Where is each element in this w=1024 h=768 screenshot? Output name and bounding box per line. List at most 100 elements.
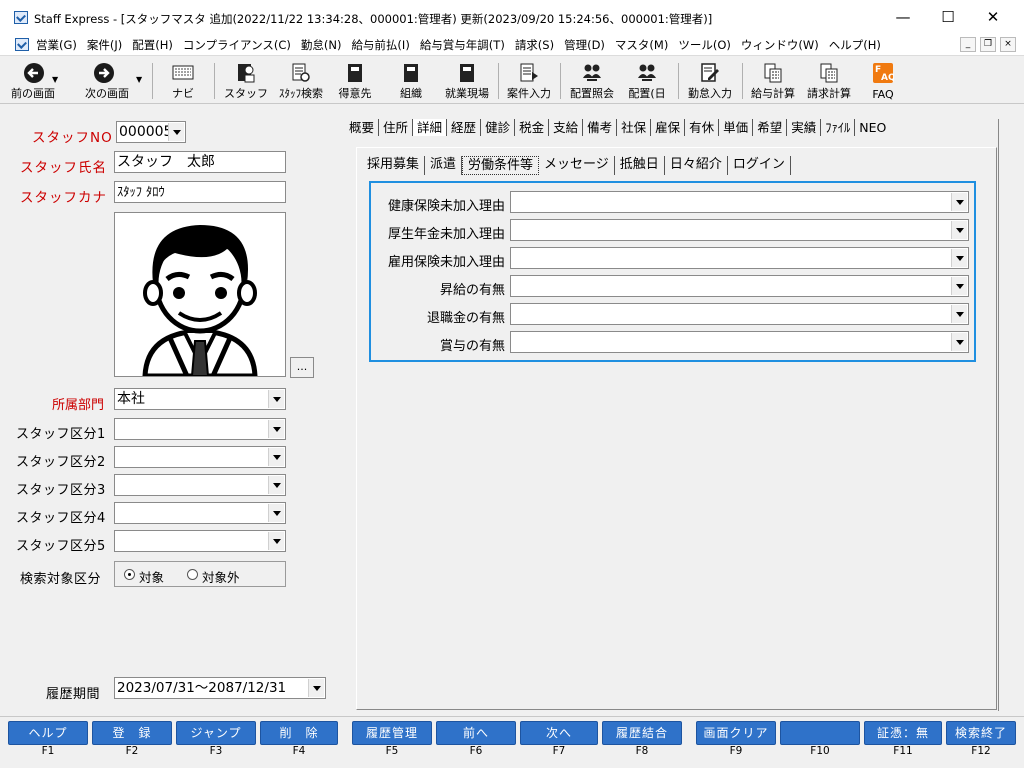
f10-button[interactable] bbox=[780, 721, 860, 745]
staff-button[interactable]: スタッフ bbox=[222, 59, 270, 103]
subtab-login[interactable]: ログイン bbox=[728, 156, 791, 175]
bonus-dropdown-icon[interactable] bbox=[951, 333, 967, 351]
f11-voucher-button[interactable]: 証憑：無 bbox=[864, 721, 942, 745]
staff-div4-select[interactable] bbox=[114, 502, 286, 524]
menu-tools[interactable]: ツール(O) bbox=[678, 37, 731, 53]
tab-unit-price[interactable]: 単価 bbox=[719, 119, 754, 136]
photo-browse-button[interactable]: ... bbox=[290, 357, 314, 378]
subtab-message[interactable]: メッセージ bbox=[539, 156, 615, 175]
assign-ref-button[interactable]: 配置照会 bbox=[564, 59, 620, 103]
tab-files[interactable]: ﾌｧｲﾙ bbox=[821, 119, 856, 136]
tab-social-insurance[interactable]: 社保 bbox=[617, 119, 652, 136]
retirement-select[interactable] bbox=[510, 303, 969, 325]
f7-next-button[interactable]: 次へ bbox=[520, 721, 598, 745]
tab-paid-leave[interactable]: 有休 bbox=[685, 119, 720, 136]
staff-div3-select[interactable] bbox=[114, 474, 286, 496]
f8-merge-button[interactable]: 履歴結合 bbox=[602, 721, 682, 745]
subtab-recruitment[interactable]: 採用募集 bbox=[362, 156, 426, 175]
tab-health[interactable]: 健診 bbox=[481, 119, 516, 136]
menu-billing[interactable]: 請求(S) bbox=[515, 37, 554, 53]
dept-select[interactable]: 本社 bbox=[114, 388, 286, 410]
menu-admin[interactable]: 管理(D) bbox=[564, 37, 605, 53]
navi-button[interactable]: ナビ bbox=[160, 59, 206, 103]
client-button[interactable]: 得意先 bbox=[332, 59, 378, 103]
mdi-close-button[interactable]: × bbox=[1000, 37, 1016, 52]
subtab-conflict-date[interactable]: 抵触日 bbox=[615, 156, 665, 175]
subtab-labor-conditions[interactable]: 労働条件等 bbox=[462, 156, 540, 175]
staff-div3-dropdown-icon[interactable] bbox=[268, 476, 284, 494]
tab-preferences[interactable]: 希望 bbox=[753, 119, 788, 136]
maximize-button[interactable]: ☐ bbox=[925, 0, 971, 34]
tab-overview[interactable]: 概要 bbox=[345, 119, 380, 136]
tab-career[interactable]: 経歴 bbox=[447, 119, 482, 136]
menu-help[interactable]: ヘルプ(H) bbox=[829, 37, 881, 53]
bonus-select[interactable] bbox=[510, 331, 969, 353]
raise-dropdown-icon[interactable] bbox=[951, 277, 967, 295]
pension-reason-dropdown-icon[interactable] bbox=[951, 221, 967, 239]
staff-div1-select[interactable] bbox=[114, 418, 286, 440]
health-ins-reason-select[interactable] bbox=[510, 191, 969, 213]
tab-payment[interactable]: 支給 bbox=[549, 119, 584, 136]
tab-employment-insurance[interactable]: 雇保 bbox=[651, 119, 686, 136]
prev-dropdown-icon[interactable]: ▼ bbox=[52, 75, 58, 84]
employment-ins-reason-dropdown-icon[interactable] bbox=[951, 249, 967, 267]
tab-address[interactable]: 住所 bbox=[379, 119, 414, 136]
org-button[interactable]: 組織 bbox=[388, 59, 434, 103]
retirement-dropdown-icon[interactable] bbox=[951, 305, 967, 323]
staff-no-select[interactable]: 000005 bbox=[116, 121, 186, 143]
mdi-minimize-button[interactable]: _ bbox=[960, 37, 976, 52]
tab-notes[interactable]: 備考 bbox=[583, 119, 618, 136]
subtab-dispatch[interactable]: 派遣 bbox=[425, 156, 463, 175]
staff-div1-dropdown-icon[interactable] bbox=[268, 420, 284, 438]
staff-no-dropdown-icon[interactable] bbox=[168, 123, 184, 141]
assign-day-button[interactable]: 配置(日 bbox=[622, 59, 672, 103]
tab-neo[interactable]: NEO bbox=[855, 119, 890, 136]
f6-prev-button[interactable]: 前へ bbox=[436, 721, 516, 745]
menu-assign[interactable]: 配置(H) bbox=[132, 37, 173, 53]
staff-div2-dropdown-icon[interactable] bbox=[268, 448, 284, 466]
pension-reason-select[interactable] bbox=[510, 219, 969, 241]
staff-div5-select[interactable] bbox=[114, 530, 286, 552]
raise-select[interactable] bbox=[510, 275, 969, 297]
staff-div2-select[interactable] bbox=[114, 446, 286, 468]
close-button[interactable]: ✕ bbox=[970, 0, 1016, 34]
mdi-restore-button[interactable]: ❐ bbox=[980, 37, 996, 52]
menu-advance-pay[interactable]: 給与前払(I) bbox=[351, 37, 409, 53]
next-dropdown-icon[interactable]: ▼ bbox=[136, 75, 142, 84]
job-input-button[interactable]: 案件入力 bbox=[502, 59, 556, 103]
staff-search-button[interactable]: ｽﾀｯﾌ検索 bbox=[274, 59, 328, 103]
next-screen-button[interactable]: ▼ 次の画面 bbox=[76, 59, 142, 103]
prev-screen-button[interactable]: ▼ 前の画面 bbox=[2, 59, 64, 103]
history-period-dropdown-icon[interactable] bbox=[308, 679, 324, 697]
staff-kana-field[interactable]: ｽﾀｯﾌ ﾀﾛｳ bbox=[114, 181, 286, 203]
faq-button[interactable]: F AQ FAQ bbox=[860, 59, 906, 103]
tab-tax[interactable]: 税金 bbox=[515, 119, 550, 136]
health-ins-reason-dropdown-icon[interactable] bbox=[951, 193, 967, 211]
menu-payroll[interactable]: 給与賞与年調(T) bbox=[420, 37, 505, 53]
payroll-button[interactable]: 給与計算 bbox=[746, 59, 800, 103]
history-period-select[interactable]: 2023/07/31～2087/12/31 bbox=[114, 677, 326, 699]
staff-name-field[interactable]: スタッフ 太郎 bbox=[114, 151, 286, 173]
f4-delete-button[interactable]: 削 除 bbox=[260, 721, 338, 745]
tab-results[interactable]: 実績 bbox=[787, 119, 822, 136]
f5-history-button[interactable]: 履歴管理 bbox=[352, 721, 432, 745]
minimize-button[interactable]: — bbox=[880, 0, 926, 34]
dept-dropdown-icon[interactable] bbox=[268, 390, 284, 408]
worksite-button[interactable]: 就業現場 bbox=[440, 59, 494, 103]
menu-jobs[interactable]: 案件(J) bbox=[87, 37, 122, 53]
f2-register-button[interactable]: 登 録 bbox=[92, 721, 172, 745]
attendance-button[interactable]: 勤怠入力 bbox=[682, 59, 738, 103]
radio-target[interactable] bbox=[124, 569, 135, 580]
f9-clear-button[interactable]: 画面クリア bbox=[696, 721, 776, 745]
menu-window[interactable]: ウィンドウ(W) bbox=[741, 37, 819, 53]
subtab-daily-referral[interactable]: 日々紹介 bbox=[665, 156, 728, 175]
f12-end-search-button[interactable]: 検索終了 bbox=[946, 721, 1016, 745]
tab-detail[interactable]: 詳細 bbox=[413, 119, 448, 136]
f1-help-button[interactable]: ヘルプ bbox=[8, 721, 88, 745]
menu-master[interactable]: マスタ(M) bbox=[615, 37, 668, 53]
menu-sales[interactable]: 営業(G) bbox=[36, 37, 77, 53]
staff-div5-dropdown-icon[interactable] bbox=[268, 532, 284, 550]
f3-jump-button[interactable]: ジャンプ bbox=[176, 721, 256, 745]
menu-compliance[interactable]: コンプライアンス(C) bbox=[183, 37, 291, 53]
staff-div4-dropdown-icon[interactable] bbox=[268, 504, 284, 522]
